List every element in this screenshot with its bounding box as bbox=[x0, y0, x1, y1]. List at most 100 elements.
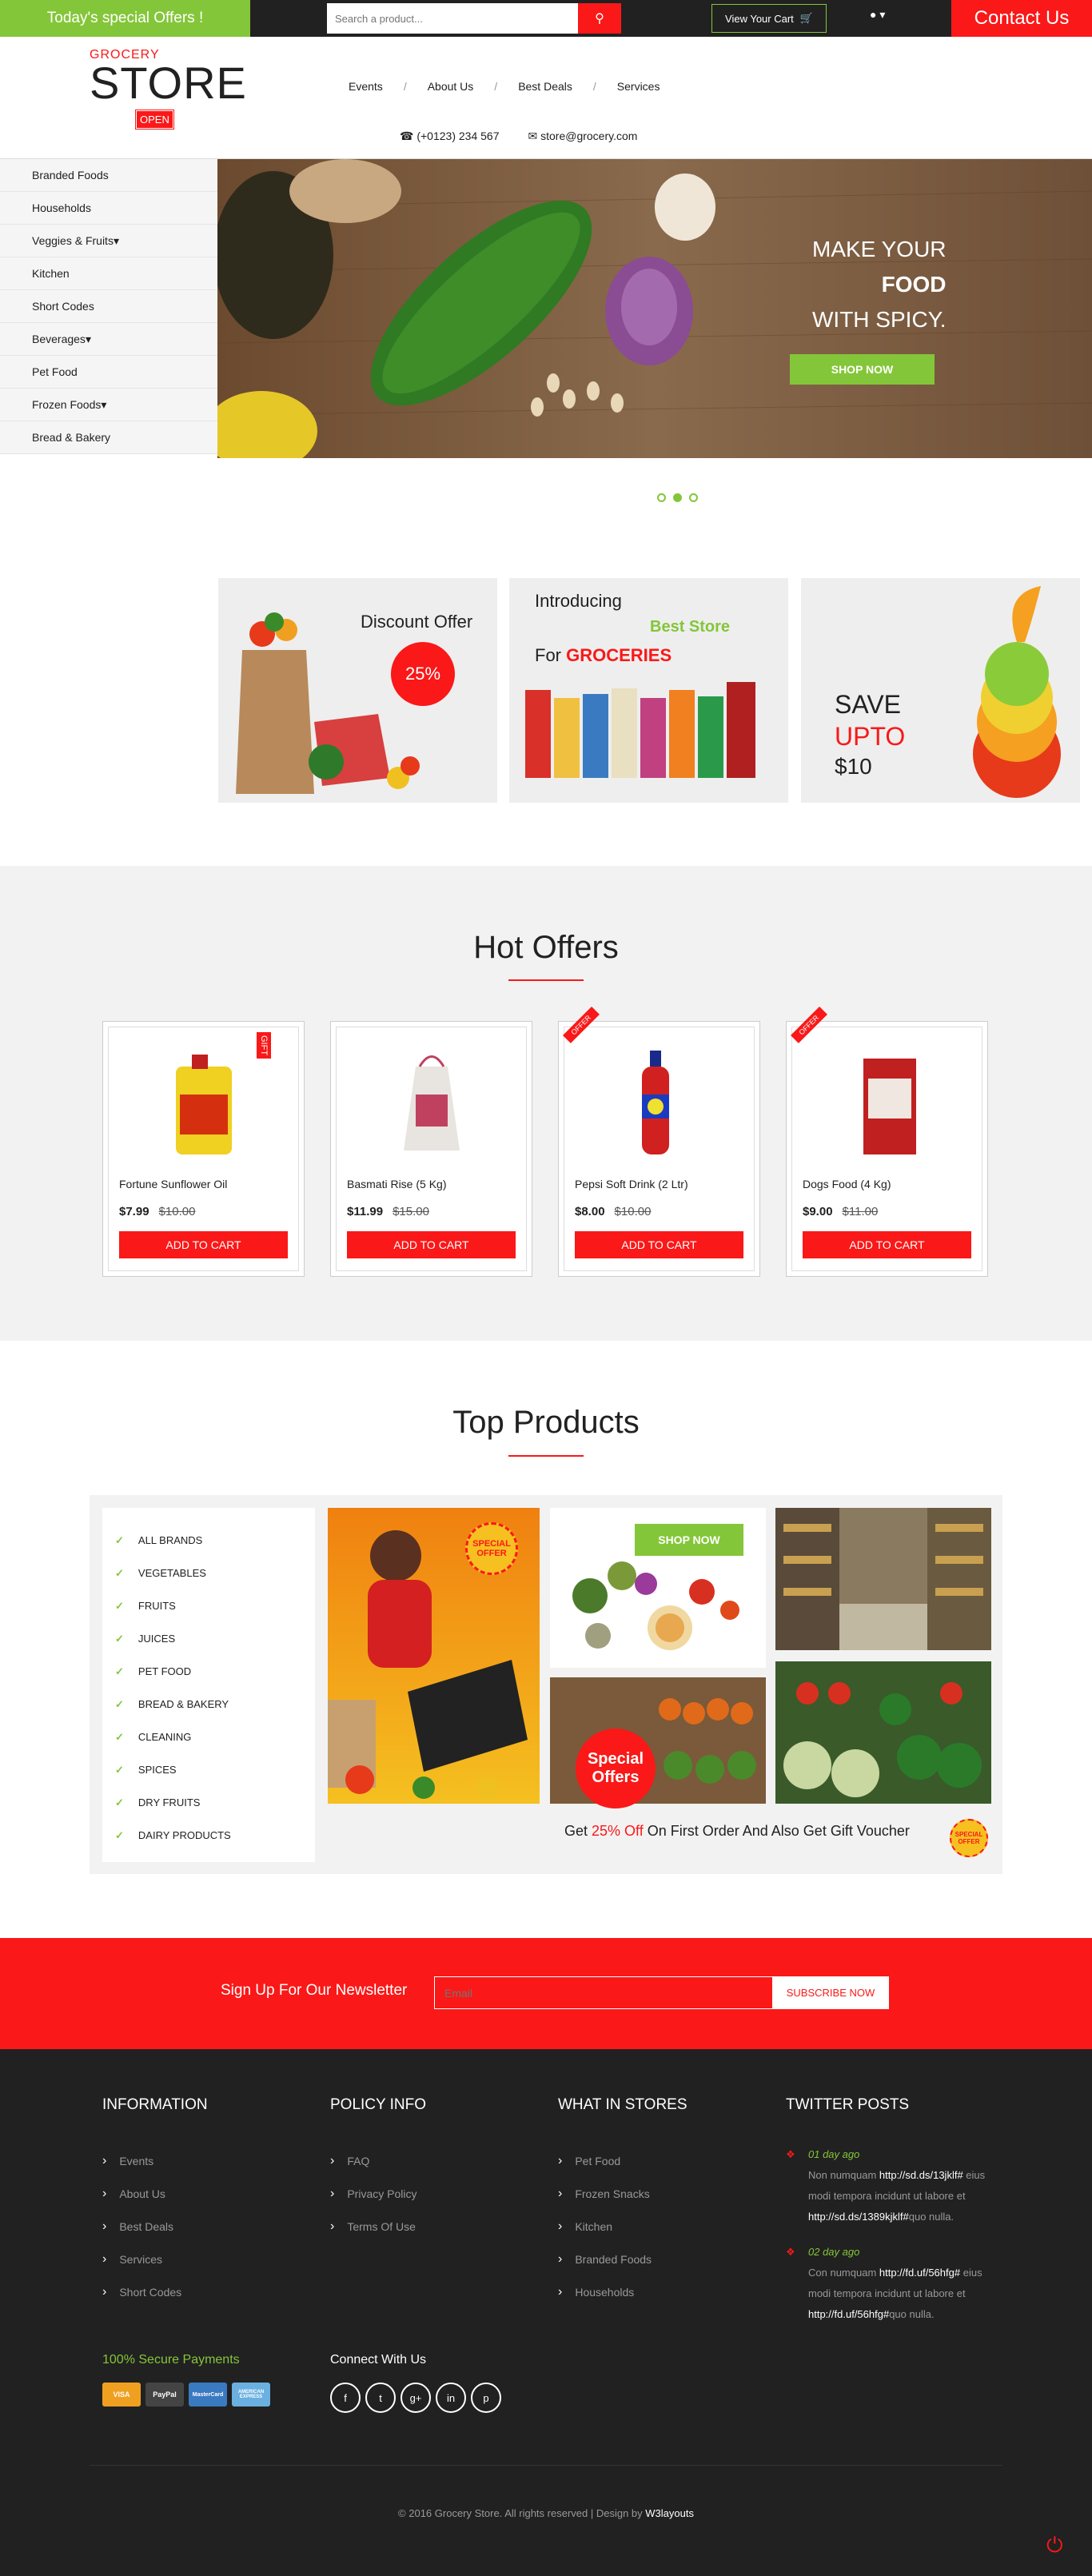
designer-link[interactable]: W3layouts bbox=[645, 2507, 694, 2519]
special-offer-badge: SPECIAL OFFER bbox=[465, 1522, 518, 1575]
nav-best-deals[interactable]: Best Deals bbox=[497, 80, 593, 93]
tweet-link[interactable]: http://sd.ds/1389kjklf# bbox=[808, 2211, 909, 2223]
promo-amount: $10 bbox=[835, 754, 872, 779]
tweet-link[interactable]: http://sd.ds/13jklf# bbox=[879, 2169, 963, 2181]
fresh-produce-image[interactable] bbox=[775, 1661, 991, 1804]
payment-cards: VISA PayPal MasterCard AMERICAN EXPRESS bbox=[102, 2383, 270, 2407]
footer-link-kitchen[interactable]: › Kitchen bbox=[558, 2210, 687, 2243]
category-all-brands[interactable]: ✓ ALL BRANDS bbox=[115, 1524, 315, 1557]
footer-link-faq[interactable]: › FAQ bbox=[330, 2144, 426, 2177]
twitter-icon: ❖ bbox=[786, 2148, 795, 2160]
add-to-cart-button[interactable]: ADD TO CART bbox=[347, 1231, 516, 1258]
product-name[interactable]: Dogs Food (4 Kg) bbox=[803, 1178, 971, 1190]
slider-dot[interactable] bbox=[657, 493, 666, 502]
footer-link-services[interactable]: › Services bbox=[102, 2243, 208, 2275]
sidebar-item-households[interactable]: Households bbox=[0, 192, 217, 225]
top-shop-now-button[interactable]: SHOP NOW bbox=[635, 1524, 743, 1556]
product-name[interactable]: Pepsi Soft Drink (2 Ltr) bbox=[575, 1178, 743, 1190]
twitter-social-icon[interactable]: t bbox=[365, 2383, 396, 2413]
footer-link-short-codes[interactable]: › Short Codes bbox=[102, 2275, 208, 2308]
product-name[interactable]: Fortune Sunflower Oil bbox=[119, 1178, 288, 1190]
add-to-cart-button[interactable]: ADD TO CART bbox=[119, 1231, 288, 1258]
tweet-link[interactable]: http://fd.uf/56hfg# bbox=[808, 2308, 889, 2320]
product-price: $9.00 bbox=[803, 1205, 833, 1218]
sidebar-item-bread-bakery[interactable]: Bread & Bakery bbox=[0, 421, 217, 454]
category-spices[interactable]: ✓ SPICES bbox=[115, 1753, 315, 1786]
chevron-right-icon: › bbox=[558, 2186, 563, 2200]
nav-about-us[interactable]: About Us bbox=[407, 80, 495, 93]
sidebar-item-pet-food[interactable]: Pet Food bbox=[0, 356, 217, 389]
store-aisle-image[interactable] bbox=[775, 1508, 991, 1650]
sidebar-item-beverages[interactable]: Beverages ▾ bbox=[0, 323, 217, 356]
category-dairy-products[interactable]: ✓ DAIRY PRODUCTS bbox=[115, 1819, 315, 1852]
hero-line-2: FOOD bbox=[881, 272, 947, 297]
footer-link-pet-food[interactable]: › Pet Food bbox=[558, 2144, 687, 2177]
category-dry-fruits[interactable]: ✓ DRY FRUITS bbox=[115, 1786, 315, 1819]
category-sidebar: Branded Foods Households Veggies & Fruit… bbox=[0, 159, 217, 454]
sidebar-item-kitchen[interactable]: Kitchen bbox=[0, 257, 217, 290]
user-menu[interactable]: ● ▾ bbox=[870, 8, 885, 22]
pinterest-icon[interactable]: p bbox=[471, 2383, 501, 2413]
power-icon[interactable]: ⏻ bbox=[1046, 2533, 1063, 2558]
footer-link-households[interactable]: › Households bbox=[558, 2275, 687, 2308]
sidebar-item-short-codes[interactable]: Short Codes bbox=[0, 290, 217, 323]
footer-twitter: TWITTER POSTS ❖ 01 day ago Non numquam h… bbox=[786, 2096, 994, 2325]
slider-dot[interactable] bbox=[689, 493, 698, 502]
sidebar-item-veggies-fruits[interactable]: Veggies & Fruits ▾ bbox=[0, 225, 217, 257]
category-cleaning[interactable]: ✓ CLEANING bbox=[115, 1721, 315, 1753]
top-products-categories: ✓ ALL BRANDS ✓ VEGETABLES ✓ FRUITS ✓ JUICES … bbox=[102, 1508, 315, 1862]
footer-link-frozen-snacks[interactable]: › Frozen Snacks bbox=[558, 2177, 687, 2210]
sidebar-item-branded-foods[interactable]: Branded Foods bbox=[0, 159, 217, 192]
add-to-cart-button[interactable]: ADD TO CART bbox=[803, 1231, 971, 1258]
product-card: GIFT Fortune Sunflower Oil $7.99 $10.00 A… bbox=[102, 1021, 305, 1277]
google-plus-icon[interactable]: g+ bbox=[401, 2383, 431, 2413]
category-juices[interactable]: ✓ JUICES bbox=[115, 1622, 315, 1655]
footer-link-terms[interactable]: › Terms Of Use bbox=[330, 2210, 426, 2243]
chevron-right-icon: › bbox=[558, 2251, 563, 2266]
twitter-icon: ❖ bbox=[786, 2246, 795, 2258]
subscribe-button[interactable]: SUBSCRIBE NOW bbox=[772, 1976, 889, 2009]
chevron-right-icon: › bbox=[330, 2219, 335, 2233]
footer-link-privacy[interactable]: › Privacy Policy bbox=[330, 2177, 426, 2210]
product-image[interactable] bbox=[575, 1039, 743, 1166]
category-bread-bakery[interactable]: ✓ BREAD & BAKERY bbox=[115, 1688, 315, 1721]
category-vegetables[interactable]: ✓ VEGETABLES bbox=[115, 1557, 315, 1589]
product-image[interactable] bbox=[803, 1039, 971, 1166]
footer-link-branded-foods[interactable]: › Branded Foods bbox=[558, 2243, 687, 2275]
hero-shop-now-button[interactable]: SHOP NOW bbox=[790, 354, 935, 385]
category-pet-food[interactable]: ✓ PET FOOD bbox=[115, 1655, 315, 1688]
footer-link-about-us[interactable]: › About Us bbox=[102, 2177, 208, 2210]
facebook-icon[interactable]: f bbox=[330, 2383, 361, 2413]
logo[interactable]: GROCERY STORE OPEN bbox=[90, 48, 246, 131]
grocery-products-image bbox=[525, 682, 755, 778]
newsletter-email-input[interactable] bbox=[434, 1976, 773, 2009]
view-cart-button[interactable]: View Your Cart 🛒 bbox=[711, 4, 827, 33]
chevron-right-icon: › bbox=[102, 2153, 107, 2167]
promo-best-store[interactable]: Introducing Best Store For GROCERIES bbox=[509, 578, 788, 803]
tweet-link[interactable]: http://fd.uf/56hfg# bbox=[879, 2267, 960, 2279]
promo-save-upto[interactable]: SAVE UPTO $10 bbox=[801, 578, 1080, 803]
contact-info: ☎ (+0123) 234 567 ✉ store@grocery.com bbox=[400, 130, 637, 143]
instagram-icon[interactable]: in bbox=[436, 2383, 466, 2413]
footer-policy-title: POLICY INFO bbox=[330, 2096, 427, 2113]
search-input[interactable] bbox=[327, 3, 578, 34]
footer-link-events[interactable]: › Events bbox=[102, 2144, 208, 2177]
category-fruits[interactable]: ✓ FRUITS bbox=[115, 1589, 315, 1622]
contact-us-button[interactable]: Contact Us bbox=[951, 0, 1092, 37]
email-link[interactable]: store@grocery.com bbox=[540, 130, 637, 142]
add-to-cart-button[interactable]: ADD TO CART bbox=[575, 1231, 743, 1258]
nav-events[interactable]: Events bbox=[328, 80, 404, 93]
slider-dot-active[interactable] bbox=[673, 493, 682, 502]
product-name[interactable]: Basmati Rise (5 Kg) bbox=[347, 1178, 516, 1190]
user-icon: ● bbox=[870, 8, 877, 21]
promo-upto: UPTO bbox=[835, 722, 906, 751]
promo-discount-offer[interactable]: Discount Offer 25% bbox=[218, 578, 497, 803]
footer-divider bbox=[90, 2465, 1002, 2466]
search-button[interactable]: ⚲ bbox=[578, 3, 621, 34]
sidebar-item-frozen-foods[interactable]: Frozen Foods ▾ bbox=[0, 389, 217, 421]
product-image[interactable] bbox=[347, 1039, 516, 1166]
promo-discount-title: Discount Offer bbox=[361, 612, 473, 632]
nav-services[interactable]: Services bbox=[596, 80, 681, 93]
footer-link-best-deals[interactable]: › Best Deals bbox=[102, 2210, 208, 2243]
special-offers-link[interactable]: Today's special Offers ! bbox=[0, 0, 250, 37]
